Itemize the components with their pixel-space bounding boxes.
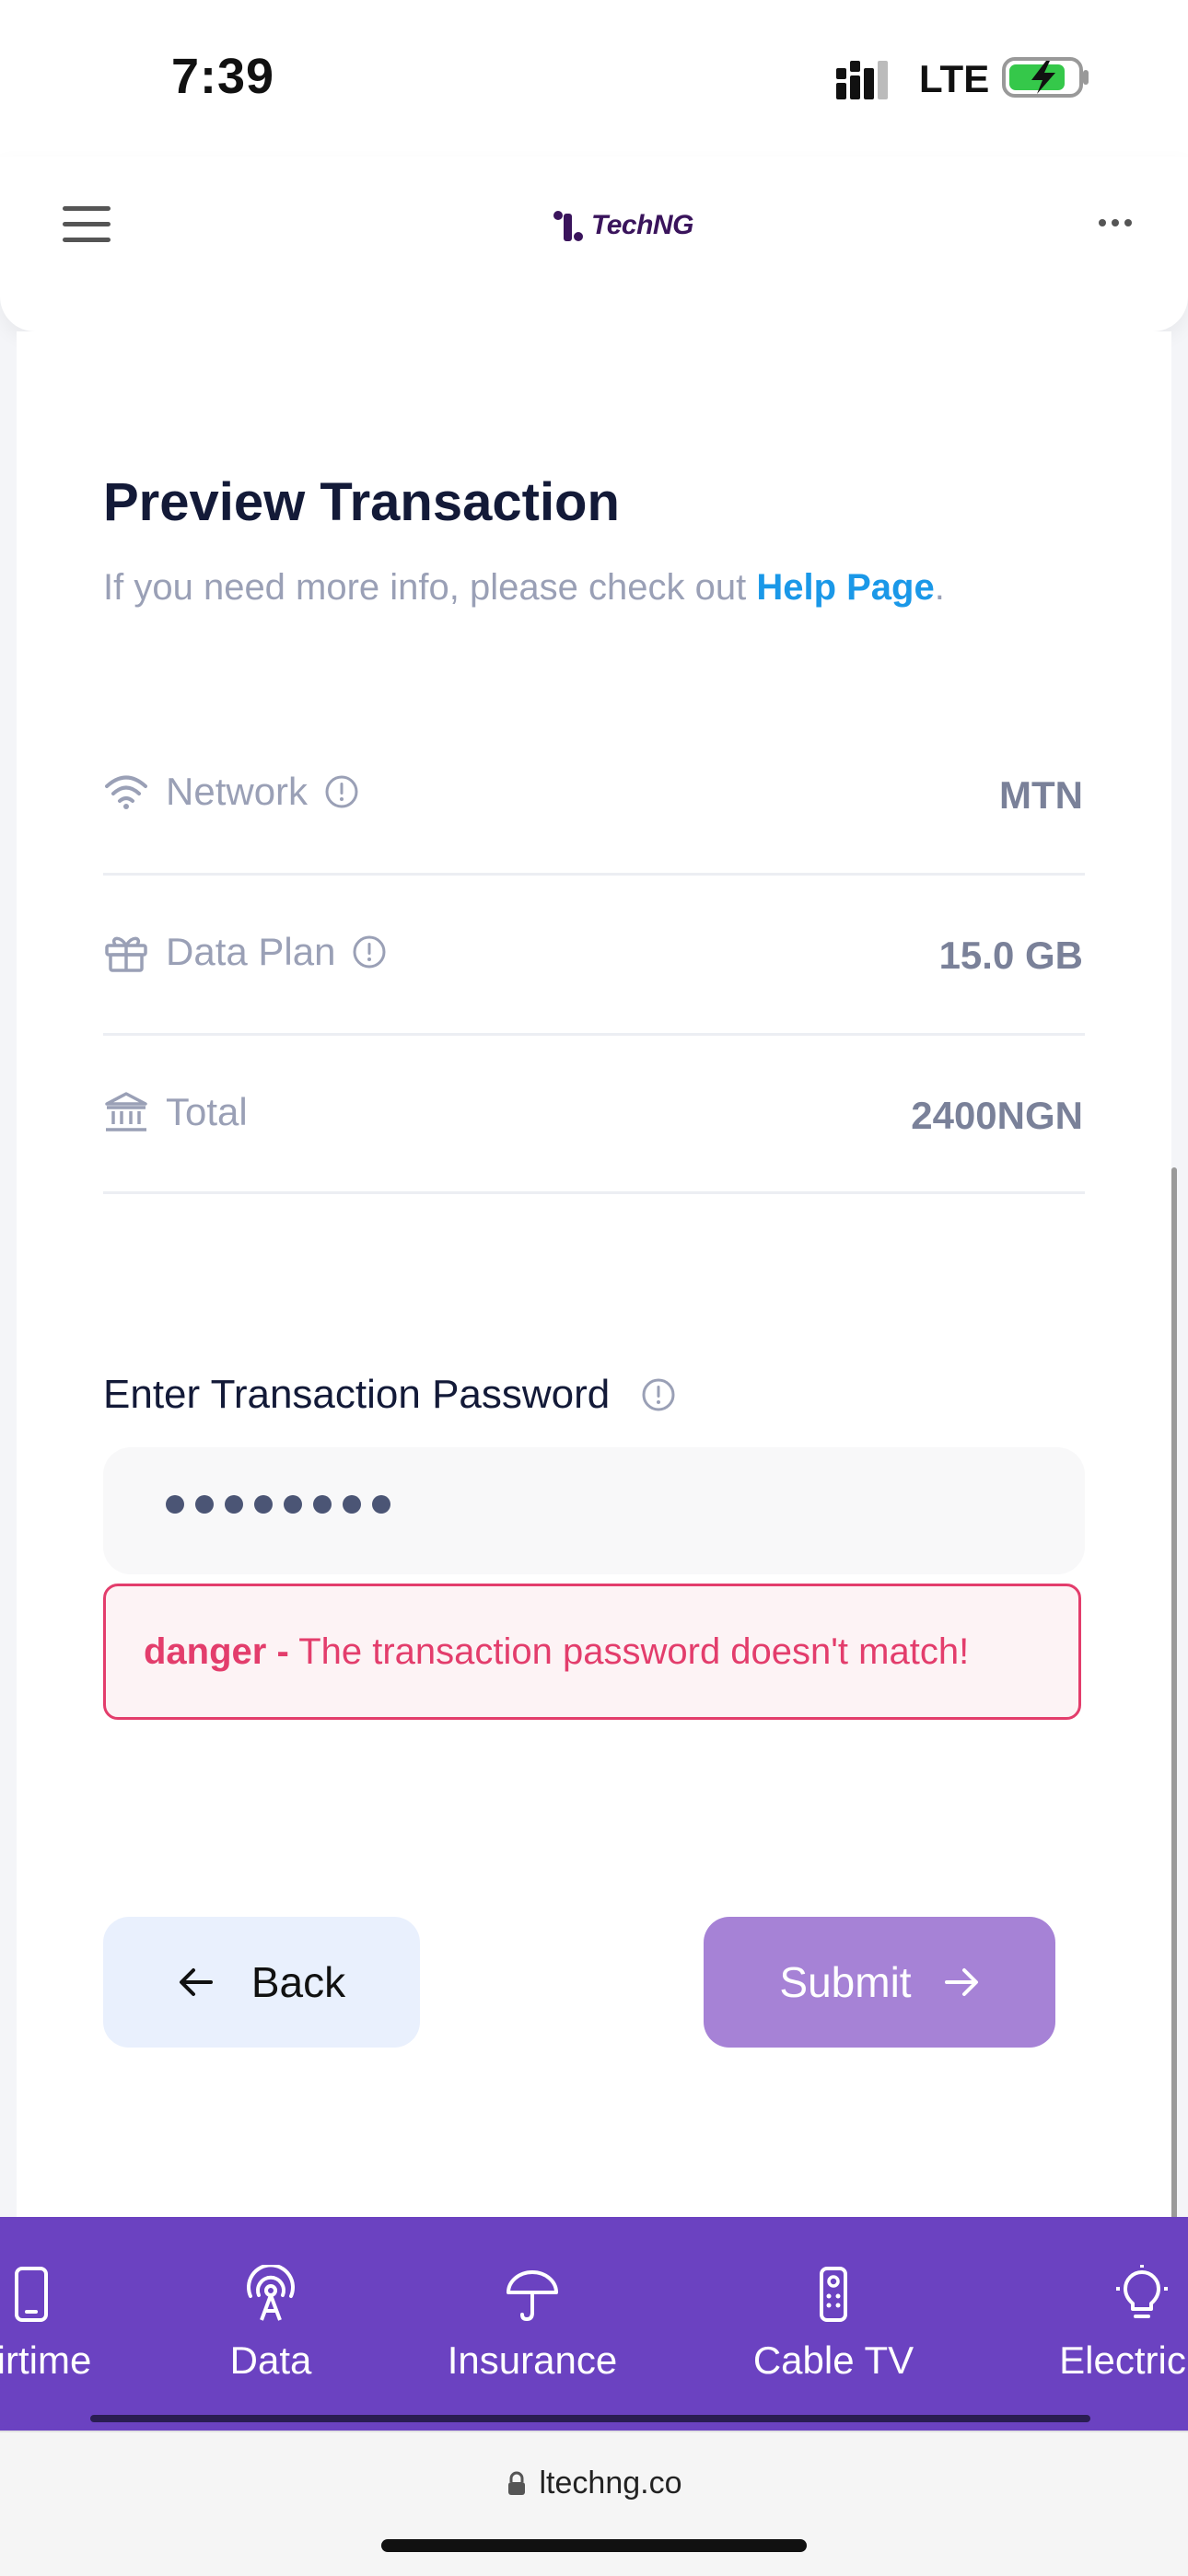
home-indicator[interactable] bbox=[381, 2539, 807, 2552]
phone-icon bbox=[15, 2267, 48, 2322]
detail-value: 2400NGN bbox=[911, 1094, 1083, 1137]
nav-item-electricity[interactable]: Electricity bbox=[1031, 2217, 1188, 2431]
detail-row-data-plan: Data Plan bbox=[103, 930, 387, 974]
password-label-text: Enter Transaction Password bbox=[103, 1372, 611, 1417]
password-label: Enter Transaction Password bbox=[103, 1372, 676, 1418]
page-subtitle: If you need more info, please check out … bbox=[103, 567, 945, 609]
password-masked-value bbox=[166, 1495, 390, 1514]
alert-prefix: danger - bbox=[144, 1631, 289, 1672]
nav-item-insurance[interactable]: Insurance bbox=[422, 2217, 643, 2431]
info-icon[interactable] bbox=[352, 934, 387, 969]
nav-item-cable-tv[interactable]: Cable TV bbox=[728, 2217, 939, 2431]
info-icon[interactable] bbox=[324, 774, 359, 809]
help-page-link[interactable]: Help Page bbox=[756, 567, 934, 608]
divider bbox=[103, 873, 1085, 876]
submit-button-label: Submit bbox=[779, 1958, 912, 2006]
hamburger-menu-icon[interactable] bbox=[59, 203, 114, 247]
back-button-label: Back bbox=[250, 1958, 346, 2006]
divider bbox=[103, 1191, 1085, 1194]
url-text: ltechng.co bbox=[539, 2466, 682, 2501]
back-button[interactable]: Back bbox=[103, 1917, 420, 2048]
browser-url-bar[interactable] bbox=[0, 2431, 1188, 2576]
detail-row-total: Total bbox=[103, 1090, 248, 1134]
detail-label: Total bbox=[166, 1090, 248, 1133]
detail-row-network: Network bbox=[103, 770, 359, 814]
bottom-nav: Airtime Data Insurance Cable TV bbox=[0, 2217, 1188, 2431]
nav-label: Insurance bbox=[447, 2338, 618, 2382]
nav-label: Airtime bbox=[0, 2338, 92, 2382]
logo-text: TechNG bbox=[591, 210, 693, 240]
detail-label: Network bbox=[166, 770, 309, 813]
umbrella-icon bbox=[507, 2270, 558, 2322]
error-alert-text: danger - The transaction password doesn'… bbox=[144, 1631, 969, 1673]
nav-item-airtime[interactable]: Airtime bbox=[0, 2217, 123, 2431]
page-title: Preview Transaction bbox=[103, 472, 620, 532]
url-display[interactable]: ltechng.co bbox=[0, 2466, 1188, 2501]
wifi-icon bbox=[105, 775, 147, 809]
detail-label: Data Plan bbox=[166, 930, 336, 973]
logo-mark-icon bbox=[553, 211, 583, 241]
lightbulb-icon bbox=[1116, 2265, 1168, 2318]
battery-charging-icon bbox=[1002, 57, 1089, 98]
bank-icon bbox=[105, 1092, 147, 1131]
arrow-right-icon bbox=[944, 1968, 978, 1996]
subtitle-suffix: . bbox=[934, 567, 945, 608]
nav-label: Data bbox=[229, 2338, 312, 2382]
cellular-signal-icon bbox=[836, 61, 888, 99]
status-time: 7:39 bbox=[171, 49, 275, 104]
arrow-left-icon bbox=[179, 1968, 213, 1996]
subtitle-text: If you need more info, please check out bbox=[103, 567, 747, 608]
info-icon[interactable] bbox=[641, 1377, 676, 1412]
more-dots-icon[interactable] bbox=[1096, 204, 1135, 241]
broadcast-icon bbox=[247, 2265, 295, 2321]
logo[interactable]: TechNG bbox=[553, 203, 693, 249]
lock-icon bbox=[507, 2471, 525, 2495]
nav-item-data[interactable]: Data bbox=[179, 2217, 363, 2431]
nav-label: Cable TV bbox=[752, 2338, 914, 2382]
detail-value: MTN bbox=[999, 773, 1083, 817]
divider bbox=[103, 1033, 1085, 1036]
nav-label: Electricity bbox=[1059, 2338, 1188, 2382]
nav-scroll-indicator[interactable] bbox=[90, 2415, 1090, 2422]
submit-button[interactable]: Submit bbox=[704, 1917, 1055, 2048]
remote-icon bbox=[820, 2267, 847, 2322]
alert-message: The transaction password doesn't match! bbox=[298, 1631, 970, 1672]
gift-icon bbox=[105, 936, 147, 972]
detail-value: 15.0 GB bbox=[938, 934, 1083, 977]
network-type: LTE bbox=[919, 57, 990, 100]
